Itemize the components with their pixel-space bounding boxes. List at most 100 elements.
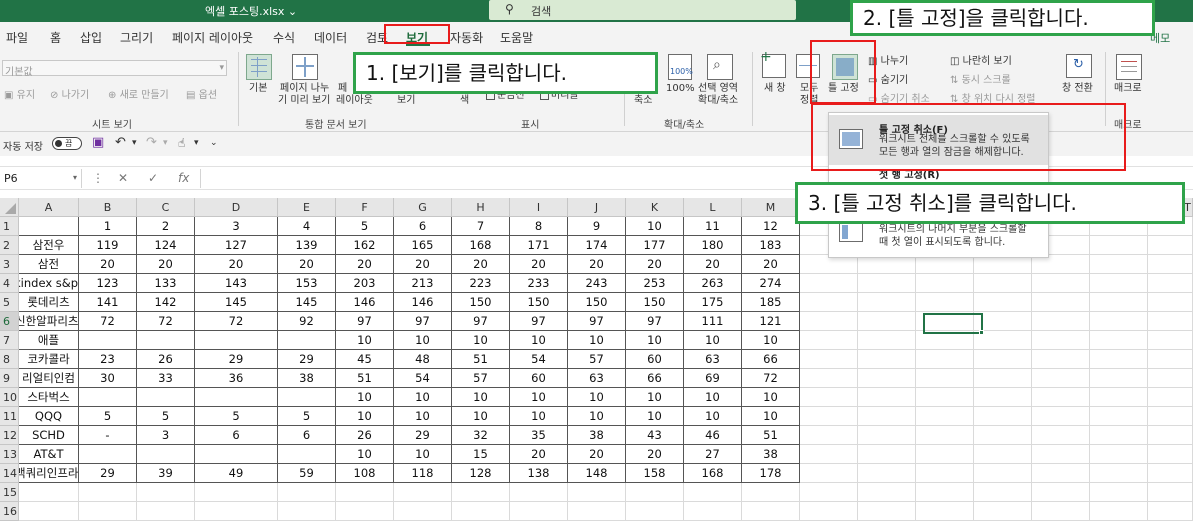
empty-cell[interactable] (800, 369, 858, 388)
data-cell[interactable]: 10 (742, 407, 800, 426)
data-cell[interactable]: 97 (336, 312, 394, 331)
name-box[interactable]: P6 ▾ (0, 169, 82, 188)
empty-cell[interactable] (974, 293, 1032, 312)
row-header-12[interactable]: 12 (0, 426, 19, 445)
menu-data[interactable]: 데이터 (314, 29, 347, 46)
data-cell[interactable]: 165 (394, 236, 452, 255)
empty-cell[interactable] (1148, 293, 1193, 312)
empty-cell[interactable] (1090, 350, 1148, 369)
data-cell[interactable]: 97 (568, 312, 626, 331)
data-cell[interactable]: 66 (626, 369, 684, 388)
data-cell[interactable] (195, 445, 278, 464)
data-cell[interactable]: 11 (684, 217, 742, 236)
data-cell[interactable]: 10 (510, 331, 568, 350)
row-header-14[interactable]: 14 (0, 464, 19, 483)
data-cell[interactable]: 10 (510, 407, 568, 426)
data-cell[interactable]: 145 (195, 293, 278, 312)
empty-cell[interactable] (1090, 483, 1148, 502)
sync-scroll-button[interactable]: ⇅ 동시 스크롤 (950, 75, 1011, 87)
data-cell[interactable]: 150 (510, 293, 568, 312)
data-cell[interactable]: 97 (510, 312, 568, 331)
data-cell[interactable]: 72 (195, 312, 278, 331)
data-cell[interactable] (626, 483, 684, 502)
row-header-6[interactable]: 6 (0, 312, 19, 331)
data-cell[interactable]: 33 (137, 369, 195, 388)
switch-windows-label[interactable]: 창 전환 (1062, 83, 1093, 95)
empty-cell[interactable] (800, 350, 858, 369)
data-cell[interactable]: 7 (452, 217, 510, 236)
row-header-1[interactable]: 1 (0, 217, 19, 236)
menu-insert[interactable]: 삽입 (80, 29, 102, 46)
data-cell[interactable] (278, 388, 336, 407)
data-cell[interactable]: 185 (742, 293, 800, 312)
data-cell[interactable]: 43 (626, 426, 684, 445)
data-cell[interactable]: 51 (336, 369, 394, 388)
row-label-cell[interactable] (19, 483, 79, 502)
row-label-cell[interactable]: 삼전 (19, 255, 79, 274)
data-cell[interactable] (278, 445, 336, 464)
data-cell[interactable]: 23 (79, 350, 137, 369)
data-cell[interactable]: 20 (137, 255, 195, 274)
row-label-cell[interactable]: kindex s&p (19, 274, 79, 293)
data-cell[interactable]: 168 (452, 236, 510, 255)
column-header-F[interactable]: F (336, 198, 394, 217)
empty-cell[interactable] (1148, 312, 1193, 331)
empty-cell[interactable] (800, 426, 858, 445)
row-header-8[interactable]: 8 (0, 350, 19, 369)
data-cell[interactable]: 233 (510, 274, 568, 293)
data-cell[interactable]: 38 (568, 426, 626, 445)
empty-cell[interactable] (1032, 293, 1090, 312)
data-cell[interactable]: 10 (742, 331, 800, 350)
empty-cell[interactable] (858, 274, 916, 293)
empty-cell[interactable] (974, 483, 1032, 502)
empty-cell[interactable] (1148, 331, 1193, 350)
data-cell[interactable]: 20 (510, 445, 568, 464)
empty-cell[interactable] (1148, 350, 1193, 369)
data-cell[interactable] (278, 483, 336, 502)
column-header-D[interactable]: D (195, 198, 278, 217)
empty-cell[interactable] (1032, 369, 1090, 388)
empty-cell[interactable] (1032, 483, 1090, 502)
row-label-cell[interactable]: 애플 (19, 331, 79, 350)
data-cell[interactable]: 10 (336, 407, 394, 426)
empty-cell[interactable] (916, 274, 974, 293)
data-cell[interactable]: 29 (195, 350, 278, 369)
empty-cell[interactable] (1032, 350, 1090, 369)
save-icon[interactable]: ▣ (92, 135, 104, 150)
data-cell[interactable]: 35 (510, 426, 568, 445)
empty-cell[interactable] (1032, 464, 1090, 483)
data-cell[interactable]: 20 (626, 445, 684, 464)
empty-cell[interactable] (916, 483, 974, 502)
empty-cell[interactable] (1148, 483, 1193, 502)
data-cell[interactable]: 20 (510, 255, 568, 274)
data-cell[interactable]: 10 (684, 331, 742, 350)
data-cell[interactable]: 30 (79, 369, 137, 388)
data-cell[interactable]: 63 (568, 369, 626, 388)
data-cell[interactable]: 97 (394, 312, 452, 331)
data-cell[interactable] (79, 331, 137, 350)
data-cell[interactable]: 123 (79, 274, 137, 293)
chevron-down-icon[interactable]: ▾ (194, 138, 199, 148)
zoom-100-icon[interactable]: 100% (668, 54, 693, 80)
data-cell[interactable]: 150 (452, 293, 510, 312)
empty-cell[interactable] (974, 350, 1032, 369)
data-cell[interactable]: 6 (195, 426, 278, 445)
data-cell[interactable]: 171 (510, 236, 568, 255)
empty-cell[interactable] (1032, 407, 1090, 426)
empty-cell[interactable] (1090, 312, 1148, 331)
data-cell[interactable]: 20 (278, 255, 336, 274)
zoom-label[interactable]: 축소 (634, 95, 652, 107)
side-by-side-button[interactable]: ◫ 나란히 보기 (950, 56, 1012, 68)
empty-cell[interactable] (974, 369, 1032, 388)
empty-cell[interactable] (974, 445, 1032, 464)
data-cell[interactable]: 29 (394, 426, 452, 445)
empty-cell[interactable] (1148, 274, 1193, 293)
row-label-cell[interactable]: 코카콜라 (19, 350, 79, 369)
empty-cell[interactable] (858, 464, 916, 483)
data-cell[interactable]: 121 (742, 312, 800, 331)
data-cell[interactable]: 142 (137, 293, 195, 312)
macros-label[interactable]: 매크로 (1114, 83, 1142, 95)
data-cell[interactable]: 6 (394, 217, 452, 236)
column-header-B[interactable]: B (79, 198, 137, 217)
empty-cell[interactable] (858, 350, 916, 369)
